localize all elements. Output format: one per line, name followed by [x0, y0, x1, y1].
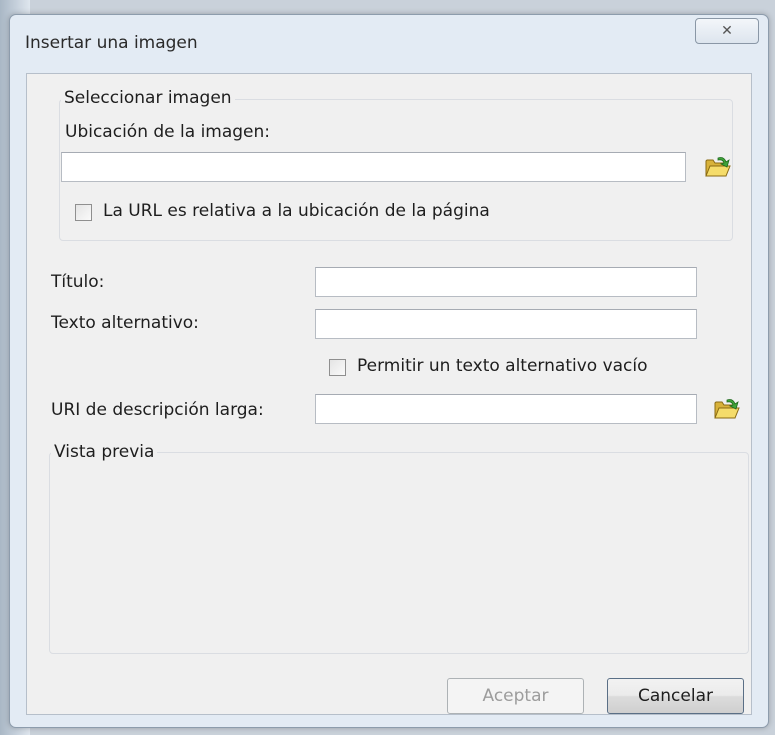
folder-open-icon[interactable]: [704, 154, 732, 180]
accept-button[interactable]: Aceptar: [447, 678, 584, 714]
image-location-label: Ubicación de la imagen:: [65, 122, 271, 142]
dialog-title: Insertar una imagen: [25, 33, 198, 53]
preview-legend: Vista previa: [51, 442, 158, 462]
cancel-button[interactable]: Cancelar: [607, 678, 744, 714]
long-description-input[interactable]: [315, 394, 697, 424]
preview-group: [49, 452, 749, 654]
relative-url-checkbox[interactable]: [75, 204, 92, 221]
folder-open-icon[interactable]: [713, 396, 741, 422]
allow-empty-alt-checkbox[interactable]: [329, 359, 346, 376]
insert-image-dialog: Insertar una imagen ✕ Seleccionar imagen…: [9, 14, 769, 728]
close-icon: ✕: [721, 23, 733, 39]
select-image-legend: Seleccionar imagen: [61, 88, 235, 108]
alt-text-input[interactable]: [315, 309, 697, 339]
long-description-label: URI de descripción larga:: [51, 400, 264, 420]
image-location-input[interactable]: [61, 152, 686, 182]
close-button[interactable]: ✕: [695, 18, 759, 44]
title-label: Título:: [51, 272, 105, 292]
title-input[interactable]: [315, 267, 697, 297]
relative-url-label[interactable]: La URL es relativa a la ubicación de la …: [103, 201, 490, 221]
alt-text-label: Texto alternativo:: [51, 313, 199, 333]
allow-empty-alt-label[interactable]: Permitir un texto alternativo vacío: [357, 356, 648, 376]
dialog-content: Seleccionar imagen Ubicación de la image…: [26, 73, 752, 715]
